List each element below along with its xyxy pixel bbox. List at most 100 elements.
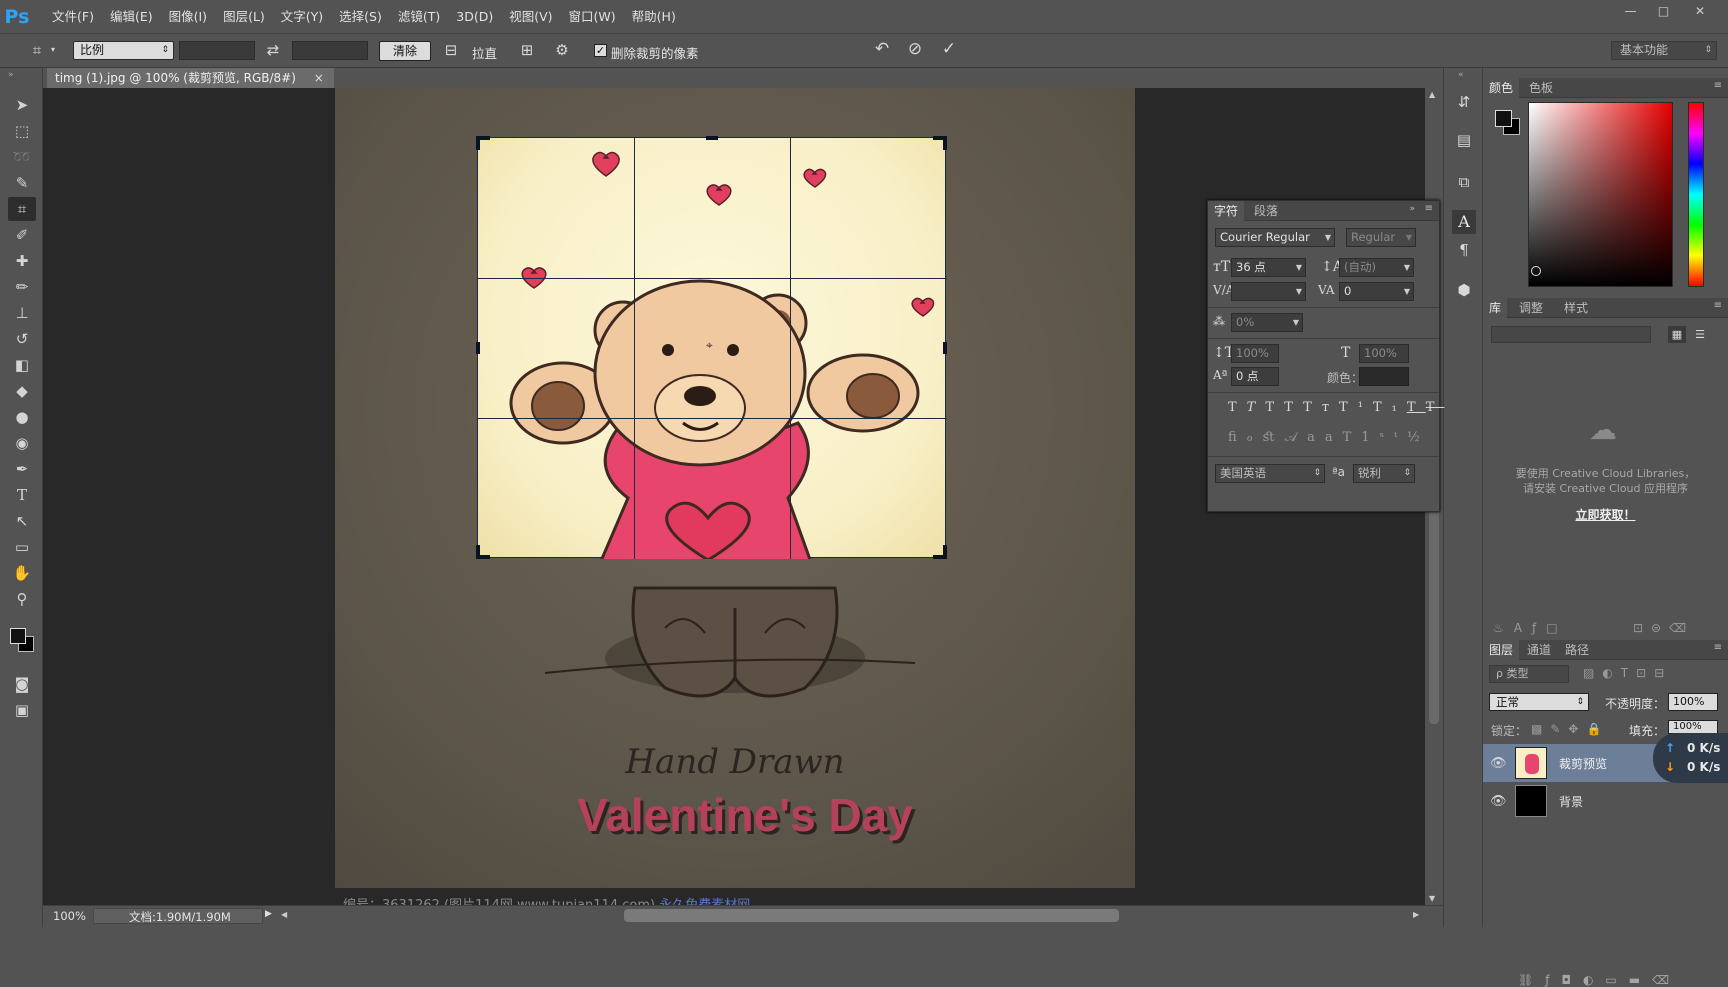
menu-help[interactable]: 帮助(H) (624, 0, 684, 33)
horizontal-scale-input[interactable]: 100% (1359, 344, 1409, 363)
zoom-level[interactable]: 100% (53, 909, 86, 923)
straighten-icon[interactable]: ⊟ (440, 40, 462, 60)
crop-tool-icon[interactable]: ⌗ (8, 197, 36, 221)
color-swatches[interactable] (8, 626, 38, 656)
marquee-tool-icon[interactable]: ⬚ (8, 119, 36, 143)
scroll-right-icon[interactable]: ▶ (1413, 910, 1419, 919)
menu-file[interactable]: 文件(F) (44, 0, 102, 33)
crop-box[interactable]: ⌖ (476, 136, 947, 559)
history-panel-icon[interactable]: ⇵ (1453, 92, 1475, 112)
tab-layers[interactable]: 图层 (1483, 640, 1520, 660)
discretionary-ligatures-icon[interactable]: ﬆ (1263, 430, 1285, 445)
tab-paths[interactable]: 路径 (1559, 640, 1595, 660)
layer-row-background[interactable]: 👁 背景 (1483, 782, 1723, 820)
quick-mask-icon[interactable]: ◙ (8, 672, 36, 696)
scroll-up-icon[interactable]: ▲ (1429, 90, 1435, 99)
font-family-select[interactable]: Courier Regular ▼ (1215, 228, 1335, 247)
horizontal-scroll-thumb[interactable] (624, 909, 1119, 922)
opentype-buttons[interactable]: ﬁℴﬆ𝒜aaT1ˢᵗ½ (1228, 430, 1430, 445)
baseline-shift-input[interactable]: 0 点 (1231, 367, 1279, 386)
get-it-now-link[interactable]: 立即获取！ (1483, 506, 1728, 523)
library-footer-right-icons[interactable]: ⊡⊜⌫ (1633, 621, 1694, 635)
collapse-arrows-icon[interactable]: » (1409, 204, 1415, 214)
menu-image[interactable]: 图像(I) (161, 0, 215, 33)
subscript-icon[interactable]: T₁ (1373, 400, 1407, 415)
visibility-eye-icon[interactable]: 👁 (1490, 794, 1507, 809)
panel-foreground-swatch[interactable] (1495, 110, 1512, 127)
collapse-arrows-icon[interactable]: » (8, 70, 14, 80)
vertical-scroll-thumb[interactable] (1429, 478, 1439, 724)
type-style-buttons[interactable]: TTTTTтT¹T₁TT (1228, 400, 1444, 415)
collapse-arrows-icon[interactable]: « (1458, 70, 1464, 80)
swash-icon[interactable]: 𝒜 (1285, 430, 1307, 445)
layer-filter-icons[interactable]: ▨◐T⊡⊟ (1583, 666, 1672, 680)
tsume-input[interactable]: 0% ▼ (1231, 313, 1303, 332)
underline-icon[interactable]: T (1407, 400, 1426, 415)
delete-cropped-label[interactable]: 删除裁剪的像素 (611, 43, 699, 62)
font-style-select[interactable]: Regular ▼ (1346, 228, 1416, 247)
minimize-button[interactable]: — (1614, 0, 1647, 22)
small-caps-icon[interactable]: Tт (1303, 400, 1339, 415)
healing-brush-tool-icon[interactable]: ✚ (8, 249, 36, 273)
path-select-tool-icon[interactable]: ↖ (8, 509, 36, 533)
crop-handle-bl-v[interactable] (476, 545, 480, 559)
tab-color[interactable]: 颜色 (1483, 78, 1520, 98)
eraser-tool-icon[interactable]: ◧ (8, 353, 36, 377)
clear-button[interactable]: 清除 (379, 41, 431, 61)
scroll-down-icon[interactable]: ▼ (1429, 894, 1435, 903)
color-picker-cursor[interactable] (1531, 266, 1541, 276)
tab-channels[interactable]: 通道 (1521, 640, 1557, 660)
text-color-swatch[interactable] (1359, 367, 1409, 386)
tab-character[interactable]: 字符 (1208, 201, 1245, 221)
gear-icon[interactable]: ⚙ (551, 40, 573, 60)
opacity-input[interactable]: 100% (1668, 693, 1718, 711)
grid-overlay-icon[interactable]: ⊞ (516, 40, 538, 60)
maximize-button[interactable]: □ (1647, 0, 1680, 22)
3d-panel-icon[interactable]: ⬢ (1453, 280, 1475, 300)
titling-icon[interactable]: T (1343, 430, 1362, 445)
close-tab-icon[interactable]: × (314, 71, 324, 85)
faux-italic-icon[interactable]: T (1247, 400, 1266, 415)
scroll-left-icon[interactable]: ◀ (281, 910, 287, 919)
vertical-scale-input[interactable]: 100% (1231, 344, 1279, 363)
menu-view[interactable]: 视图(V) (501, 0, 560, 33)
quick-select-tool-icon[interactable]: ✎ (8, 171, 36, 195)
commit-check-icon[interactable]: ✓ (938, 39, 960, 59)
panel-menu-icon[interactable]: ≡ (1714, 80, 1722, 91)
tab-paragraph[interactable]: 段落 (1248, 201, 1284, 221)
ligatures-icon[interactable]: ﬁ (1228, 430, 1247, 445)
faux-bold-icon[interactable]: T (1228, 400, 1247, 415)
layers-footer-icons[interactable]: ⛓ƒ◘◐▭▬⌫ (1518, 973, 1681, 987)
brush-tool-icon[interactable]: ✏ (8, 275, 36, 299)
fill-input[interactable]: 100% (1668, 720, 1718, 734)
clone-stamp-tool-icon[interactable]: ⊥ (8, 301, 36, 325)
workspace-select[interactable]: 基本功能 ⇕ (1611, 41, 1717, 60)
actions-panel-icon[interactable]: ▤ (1453, 130, 1475, 150)
antialias-select[interactable]: 锐利 ⇕ (1353, 464, 1415, 483)
panel-menu-icon[interactable]: ≡ (1425, 203, 1433, 214)
menu-3d[interactable]: 3D(D) (448, 0, 501, 33)
menu-select[interactable]: 选择(S) (331, 0, 390, 33)
screen-mode-icon[interactable]: ▣ (8, 698, 36, 722)
language-select[interactable]: 美国英语 ⇕ (1215, 464, 1325, 483)
fractions-icon[interactable]: ½ (1407, 430, 1430, 445)
library-select[interactable] (1491, 326, 1651, 343)
cancel-icon[interactable]: ⊘ (904, 39, 926, 59)
type-tool-icon[interactable]: T (8, 483, 36, 507)
menu-layer[interactable]: 图层(L) (215, 0, 273, 33)
crop-handle-tl-v[interactable] (476, 136, 480, 150)
tracking-input[interactable]: 0 ▼ (1339, 282, 1414, 301)
paragraph-panel-icon[interactable]: ¶ (1453, 240, 1475, 260)
layer-name[interactable]: 背景 (1559, 793, 1583, 810)
pen-tool-icon[interactable]: ✒ (8, 457, 36, 481)
crop-handle-left[interactable] (476, 342, 480, 354)
character-panel-icon[interactable]: A (1452, 210, 1476, 234)
font-size-input[interactable]: 36 点 ▼ (1231, 258, 1306, 277)
zoom-tool-icon[interactable]: ⚲ (8, 587, 36, 611)
rectangle-tool-icon[interactable]: ▭ (8, 535, 36, 559)
dodge-tool-icon[interactable]: ◉ (8, 431, 36, 455)
chevron-down-icon[interactable]: ▾ (48, 40, 58, 60)
layer-kind-filter[interactable]: ρ 类型 (1489, 665, 1569, 683)
reset-icon[interactable]: ↶ (871, 39, 893, 59)
stylistic-alternates-icon[interactable]: aa (1307, 430, 1343, 445)
